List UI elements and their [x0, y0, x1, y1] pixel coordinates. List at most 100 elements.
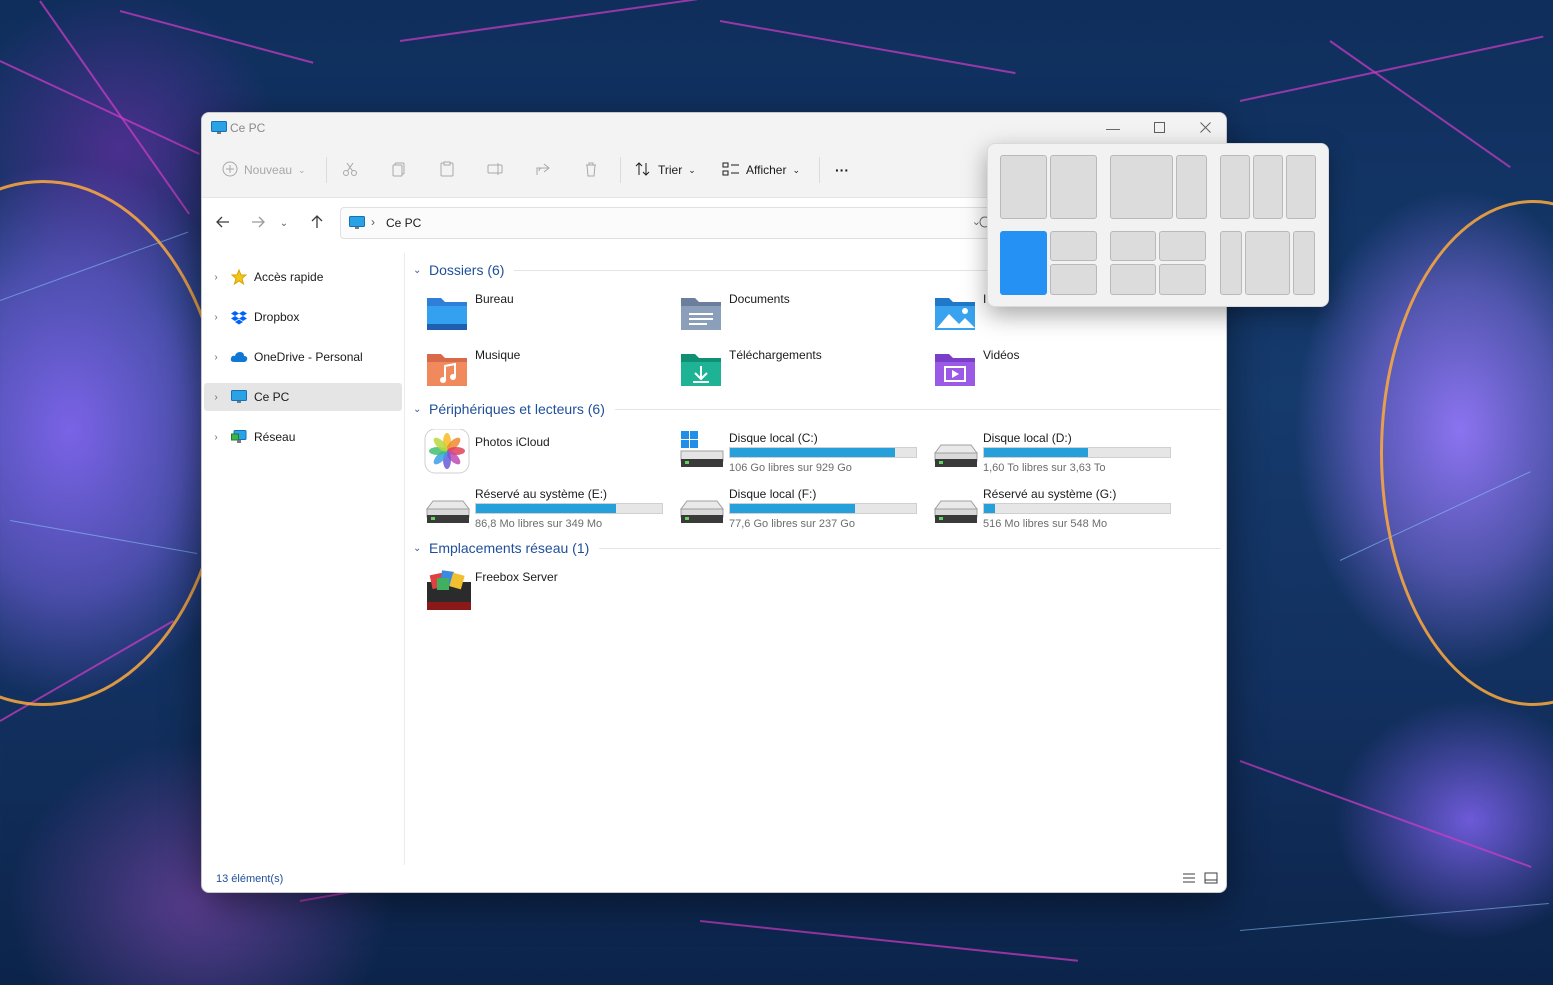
snap-zone[interactable]: [1000, 155, 1047, 219]
snap-zone-active[interactable]: [1000, 231, 1047, 295]
hard-drive-icon: [931, 431, 979, 471]
snap-zone[interactable]: [1050, 231, 1097, 261]
view-label: Afficher: [746, 163, 787, 177]
snap-layout-wide-center: [1220, 231, 1315, 295]
drive-name: Disque local (C:): [729, 431, 818, 445]
minimize-icon: —: [1106, 120, 1120, 136]
close-button[interactable]: [1182, 113, 1226, 143]
folder-item-musique[interactable]: Musique: [405, 344, 655, 392]
rename-icon: [487, 161, 503, 180]
sidebar-item-onedrive[interactable]: › OneDrive - Personal: [204, 343, 402, 371]
maximize-button[interactable]: [1136, 113, 1182, 143]
back-button[interactable]: [212, 212, 234, 234]
sidebar-item-network[interactable]: › Réseau: [204, 423, 402, 451]
folder-item-documents[interactable]: Documents: [659, 288, 909, 336]
up-button[interactable]: [306, 212, 328, 234]
snap-zone[interactable]: [1159, 231, 1206, 261]
chevron-right-icon[interactable]: ›: [204, 312, 228, 323]
section-header-devices[interactable]: ⌄ Périphériques et lecteurs (6): [413, 399, 1221, 419]
videos-folder-icon: [931, 348, 979, 388]
dropbox-icon: [228, 310, 250, 325]
snap-zone[interactable]: [1110, 155, 1173, 219]
sidebar-item-dropbox[interactable]: › Dropbox: [204, 303, 402, 331]
snap-zone[interactable]: [1050, 155, 1097, 219]
folder-item-videos[interactable]: Vidéos: [913, 344, 1163, 392]
drive-usage-fill: [984, 448, 1088, 457]
chevron-right-icon[interactable]: ›: [204, 432, 228, 443]
computer-icon: [211, 121, 227, 138]
cloud-icon: [228, 351, 250, 363]
chevron-down-icon[interactable]: ⌄: [413, 265, 429, 276]
chevron-down-icon[interactable]: ⌄: [413, 404, 429, 415]
drive-item-e[interactable]: Réservé au système (E:) 86,8 Mo libres s…: [405, 483, 663, 531]
drive-item-icloud-photos[interactable]: Photos iCloud: [405, 427, 655, 475]
chevron-down-icon: ⌄: [792, 164, 801, 175]
chevron-down-icon[interactable]: ⌄: [413, 543, 429, 554]
snap-zone[interactable]: [1220, 155, 1250, 219]
share-button[interactable]: [535, 153, 551, 187]
paste-button[interactable]: [439, 153, 455, 187]
snap-zone[interactable]: [1110, 264, 1156, 295]
hard-drive-icon: [677, 487, 725, 527]
new-button[interactable]: Nouveau ⌄: [222, 153, 306, 187]
network-icon: [228, 430, 250, 444]
drive-free-space: 1,60 To libres sur 3,63 To: [983, 462, 1106, 474]
drive-item-g[interactable]: Réservé au système (G:) 516 Mo libres su…: [913, 483, 1171, 531]
drive-item-d[interactable]: Disque local (D:) 1,60 To libres sur 3,6…: [913, 427, 1171, 475]
drive-name: Disque local (D:): [983, 431, 1072, 445]
share-icon: [535, 161, 551, 180]
documents-folder-icon: [677, 292, 725, 332]
plus-circle-icon: [222, 161, 238, 180]
forward-button[interactable]: [247, 212, 269, 234]
tiles-view-button[interactable]: [1204, 872, 1218, 887]
details-view-button[interactable]: [1182, 872, 1196, 887]
pictures-folder-icon: [931, 292, 979, 332]
snap-layout-halves: [1000, 155, 1097, 219]
network-item-freebox-server[interactable]: Freebox Server: [405, 566, 655, 614]
snap-zone[interactable]: [1253, 155, 1283, 219]
minimize-button[interactable]: —: [1090, 113, 1136, 143]
snap-zone[interactable]: [1245, 231, 1290, 295]
sort-button[interactable]: Trier ⌄: [634, 153, 696, 187]
chevron-right-icon[interactable]: ›: [204, 272, 228, 283]
maximize-icon: [1153, 120, 1165, 136]
snap-zone[interactable]: [1286, 155, 1316, 219]
snap-zone[interactable]: [1050, 264, 1097, 295]
more-options-button[interactable]: ···: [835, 153, 849, 187]
snap-zone[interactable]: [1110, 231, 1156, 261]
sidebar-item-quick-access[interactable]: › Accès rapide: [204, 263, 402, 291]
hard-drive-icon: [423, 487, 471, 527]
recent-locations-button[interactable]: ⌄: [277, 212, 291, 234]
section-title: Dossiers (6): [429, 262, 505, 278]
snap-zone[interactable]: [1220, 231, 1242, 295]
view-button[interactable]: Afficher ⌄: [722, 153, 800, 187]
computer-icon: [349, 216, 365, 233]
close-icon: [1199, 120, 1211, 136]
drive-usage-fill: [476, 504, 616, 513]
drive-item-c[interactable]: Disque local (C:) 106 Go libres sur 929 …: [659, 427, 917, 475]
list-view-icon: [1182, 873, 1196, 887]
folder-name: Documents: [729, 292, 790, 306]
sidebar-item-ce-pc[interactable]: › Ce PC: [204, 383, 402, 411]
folder-name: Vidéos: [983, 348, 1020, 362]
drive-item-f[interactable]: Disque local (F:) 77,6 Go libres sur 237…: [659, 483, 917, 531]
snap-zone[interactable]: [1159, 264, 1206, 295]
breadcrumb-ce-pc[interactable]: Ce PC: [386, 216, 421, 230]
folder-item-downloads[interactable]: Téléchargements: [659, 344, 909, 392]
chevron-right-icon[interactable]: ›: [204, 392, 228, 403]
folder-item-bureau[interactable]: Bureau: [405, 288, 655, 336]
address-bar[interactable]: › Ce PC ⌄: [340, 207, 990, 239]
drive-name: Réservé au système (G:): [983, 487, 1117, 501]
divider: [326, 157, 327, 183]
section-header-network[interactable]: ⌄ Emplacements réseau (1): [413, 538, 1221, 558]
snap-zone[interactable]: [1176, 155, 1207, 219]
delete-button[interactable]: [583, 153, 599, 187]
rename-button[interactable]: [487, 153, 503, 187]
divider: [614, 408, 1221, 410]
snap-layout-quarters: [1110, 231, 1206, 295]
more-icon: ···: [835, 162, 849, 178]
snap-zone[interactable]: [1293, 231, 1315, 295]
cut-button[interactable]: [342, 153, 358, 187]
copy-button[interactable]: [391, 153, 407, 187]
chevron-right-icon[interactable]: ›: [204, 352, 228, 363]
